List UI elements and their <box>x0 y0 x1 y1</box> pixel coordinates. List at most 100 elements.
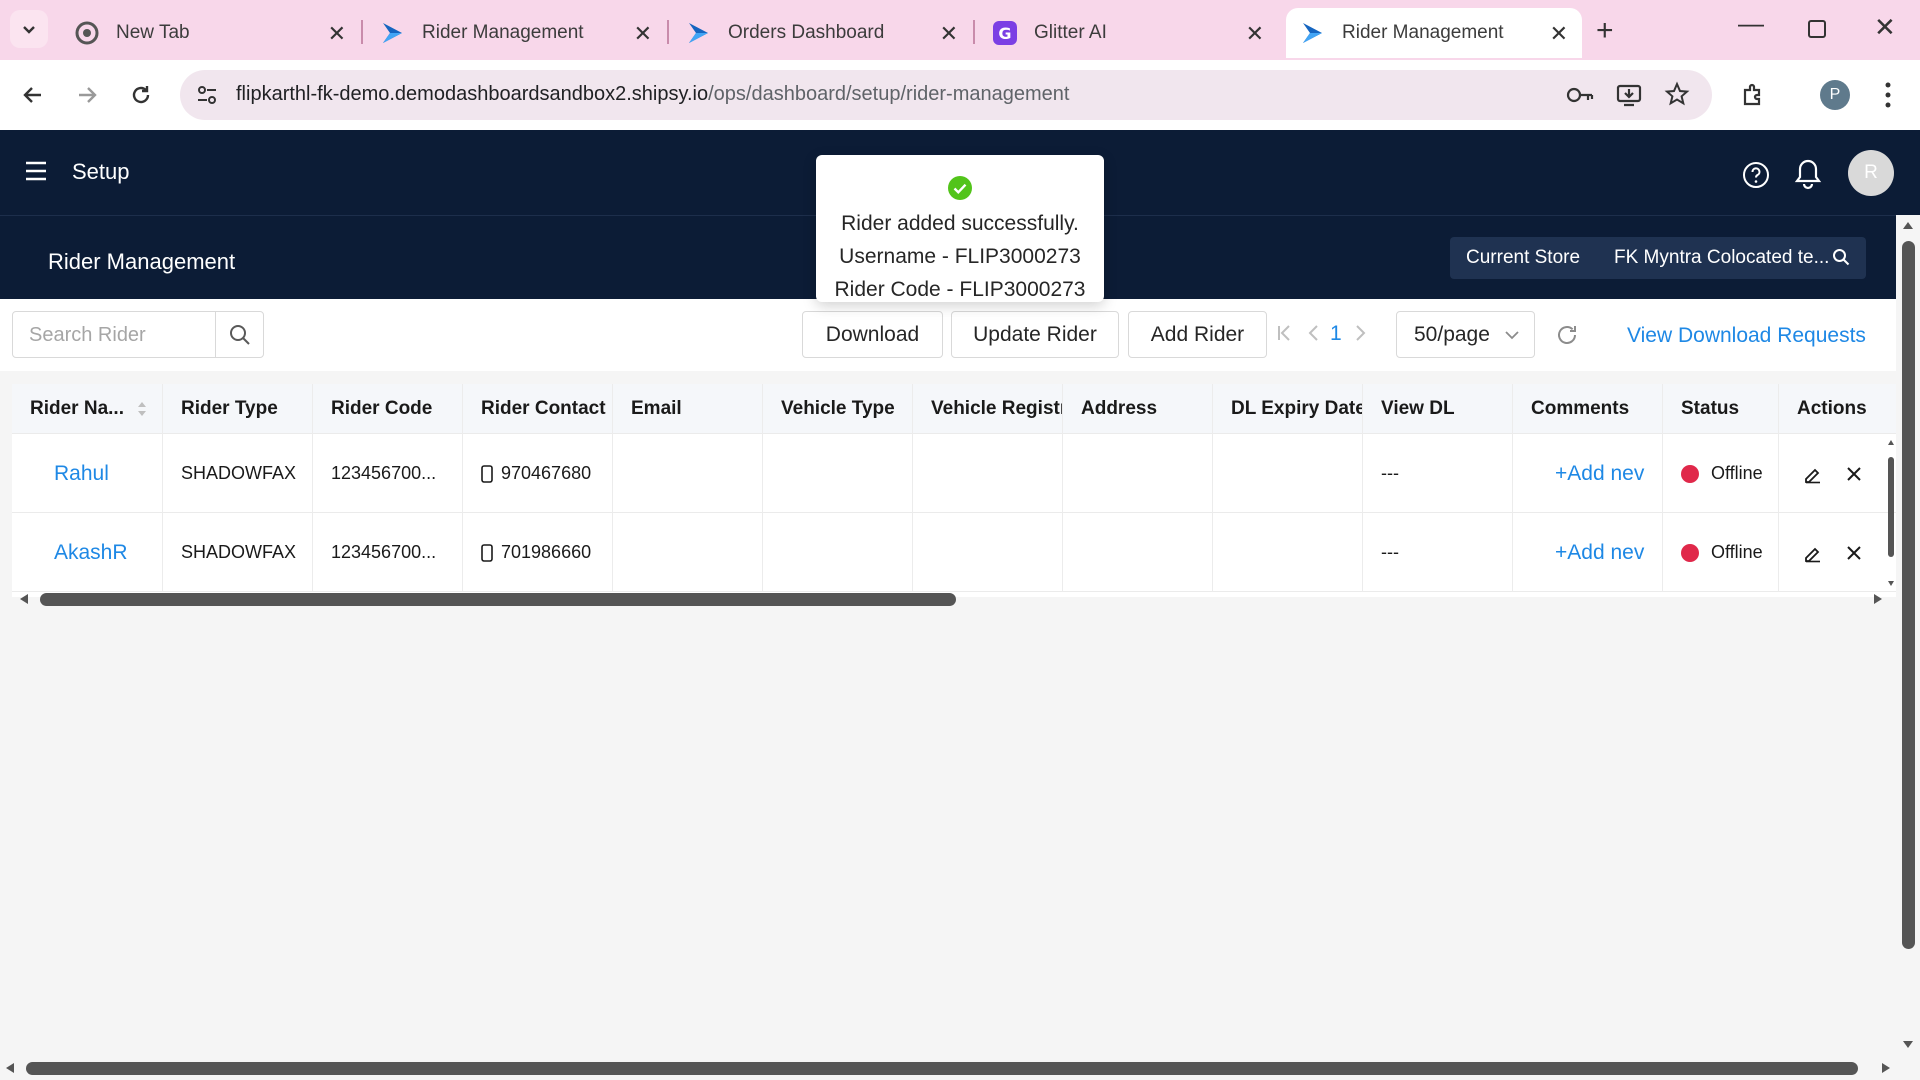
sort-icon[interactable] <box>136 399 148 419</box>
update-rider-button[interactable]: Update Rider <box>951 311 1119 358</box>
glitter-logo-icon: G <box>992 20 1018 46</box>
site-info-icon[interactable] <box>196 84 218 111</box>
install-app-icon[interactable] <box>1616 82 1642 113</box>
notifications-button[interactable] <box>1794 158 1822 195</box>
scroll-left-arrow-icon[interactable] <box>18 593 30 605</box>
restore-button[interactable] <box>1808 20 1826 38</box>
tab-rider-management-active[interactable]: Rider Management ✕ <box>1286 8 1582 58</box>
add-rider-button[interactable]: Add Rider <box>1128 311 1267 358</box>
rider-code-cell: 123456700... <box>313 513 463 592</box>
new-tab-button[interactable]: + <box>1596 14 1614 48</box>
minimize-button[interactable]: — <box>1738 8 1764 39</box>
tab-orders-dashboard[interactable]: Orders Dashboard ✕ <box>672 8 972 58</box>
search-icon <box>1832 248 1850 272</box>
scroll-left-arrow-icon[interactable] <box>4 1062 16 1074</box>
back-button[interactable] <box>16 78 50 112</box>
current-store-selector[interactable]: Current Store FK Myntra Colocated te... <box>1450 237 1866 279</box>
view-download-requests-link[interactable]: View Download Requests <box>1627 324 1866 348</box>
page-vertical-scrollbar[interactable] <box>1896 215 1920 1055</box>
scroll-down-arrow-icon[interactable] <box>1887 579 1895 587</box>
toast-message: Rider added successfully. <box>841 212 1079 235</box>
column-header-status: Status <box>1663 384 1779 434</box>
address-bar[interactable]: flipkarthl-fk-demo.demodashboardsandbox2… <box>180 70 1712 120</box>
scroll-up-arrow-icon[interactable] <box>1887 439 1895 447</box>
scroll-down-arrow-icon[interactable] <box>1902 1039 1914 1049</box>
tab-divider <box>973 20 975 44</box>
scroll-up-arrow-icon[interactable] <box>1902 221 1914 231</box>
table-header: Rider Na... Rider Type Rider Code Rider … <box>12 384 1896 434</box>
help-button[interactable] <box>1742 161 1770 194</box>
store-value: FK Myntra Colocated te... <box>1614 247 1830 268</box>
rider-name-link[interactable]: Rahul <box>54 462 109 486</box>
tab-divider <box>361 20 363 44</box>
next-page-button[interactable] <box>1354 323 1368 348</box>
reload-button[interactable] <box>124 78 158 112</box>
page-horizontal-scroll-thumb[interactable] <box>26 1062 1858 1075</box>
table-row: AkashR SHADOWFAX 123456700... 701986660 … <box>12 513 1896 592</box>
view-dl-cell: --- <box>1363 513 1513 592</box>
column-header-rider-name[interactable]: Rider Na... <box>12 384 163 434</box>
refresh-button[interactable] <box>1555 323 1579 352</box>
previous-page-button[interactable] <box>1306 323 1320 348</box>
rider-type-cell: SHADOWFAX <box>163 513 313 592</box>
tab-search-button[interactable] <box>10 10 48 48</box>
shipsy-logo-icon <box>380 20 406 46</box>
download-button[interactable]: Download <box>802 311 943 358</box>
table-horizontal-scroll-thumb[interactable] <box>40 593 956 606</box>
page-size-select[interactable]: 50/page <box>1396 311 1535 358</box>
browser-menu-button[interactable] <box>1878 78 1898 112</box>
forward-button[interactable] <box>70 78 104 112</box>
menu-button[interactable] <box>24 160 48 187</box>
rider-code-cell: 123456700... <box>313 434 463 513</box>
scroll-right-arrow-icon[interactable] <box>1880 1062 1892 1074</box>
rider-name-cell: Rahul <box>12 434 163 513</box>
rider-contact-number: 970467680 <box>501 463 592 483</box>
rider-type-cell: SHADOWFAX <box>163 434 313 513</box>
add-comment-link[interactable]: +Add nev <box>1555 541 1644 565</box>
tab-new-tab[interactable]: New Tab ✕ <box>60 8 360 58</box>
tab-close-icon[interactable]: ✕ <box>634 21 652 47</box>
user-avatar[interactable]: R <box>1848 150 1894 196</box>
puzzle-icon <box>1743 83 1761 106</box>
table-vertical-scroll-thumb[interactable] <box>1888 457 1894 557</box>
status-dot <box>1681 464 1699 483</box>
tab-close-icon[interactable]: ✕ <box>328 21 346 47</box>
shipsy-logo-icon <box>1300 20 1326 46</box>
tab-close-icon[interactable]: ✕ <box>940 21 958 47</box>
first-page-button[interactable] <box>1276 323 1292 348</box>
edit-icon[interactable] <box>1803 543 1823 563</box>
tab-close-icon[interactable]: ✕ <box>1550 21 1568 47</box>
table-vertical-scrollbar[interactable] <box>1886 439 1896 589</box>
close-icon[interactable] <box>1845 465 1863 483</box>
tab-glitter-ai[interactable]: G Glitter AI ✕ <box>978 8 1278 58</box>
page-size-value: 50/page <box>1414 322 1490 346</box>
tab-rider-management[interactable]: Rider Management ✕ <box>366 8 666 58</box>
rider-contact-cell: 701986660 <box>463 513 613 592</box>
table-horizontal-scrollbar[interactable] <box>12 589 1896 609</box>
page-horizontal-scrollbar[interactable] <box>0 1056 1920 1080</box>
extensions-button[interactable] <box>1736 78 1770 112</box>
search-icon <box>229 324 250 345</box>
comments-cell: +Add nev <box>1513 434 1663 513</box>
vehicle-type-cell <box>763 513 913 592</box>
password-key-icon[interactable] <box>1566 85 1594 110</box>
status-cell: Offline <box>1663 434 1779 513</box>
search-button[interactable] <box>215 312 263 357</box>
close-window-button[interactable]: ✕ <box>1874 12 1896 43</box>
current-page-number[interactable]: 1 <box>1330 322 1342 346</box>
search-rider-input[interactable]: Search Rider <box>12 311 264 358</box>
column-header-actions: Actions <box>1797 398 1867 419</box>
page-vertical-scroll-thumb[interactable] <box>1902 241 1915 949</box>
toast-rider-code: Rider Code - FLIP3000273 <box>834 278 1086 301</box>
scroll-right-arrow-icon[interactable] <box>1872 593 1884 605</box>
profile-avatar[interactable]: P <box>1820 80 1850 110</box>
url-text: flipkarthl-fk-demo.demodashboardsandbox2… <box>236 83 1070 105</box>
edit-icon[interactable] <box>1803 464 1823 484</box>
bookmark-star-icon[interactable] <box>1664 81 1690 112</box>
add-comment-link[interactable]: +Add nev <box>1555 462 1644 486</box>
close-icon[interactable] <box>1845 544 1863 562</box>
refresh-icon <box>1558 326 1576 344</box>
browser-toolbar: flipkarthl-fk-demo.demodashboardsandbox2… <box>0 60 1920 130</box>
tab-close-icon[interactable]: ✕ <box>1246 21 1264 47</box>
rider-name-link[interactable]: AkashR <box>54 541 128 565</box>
